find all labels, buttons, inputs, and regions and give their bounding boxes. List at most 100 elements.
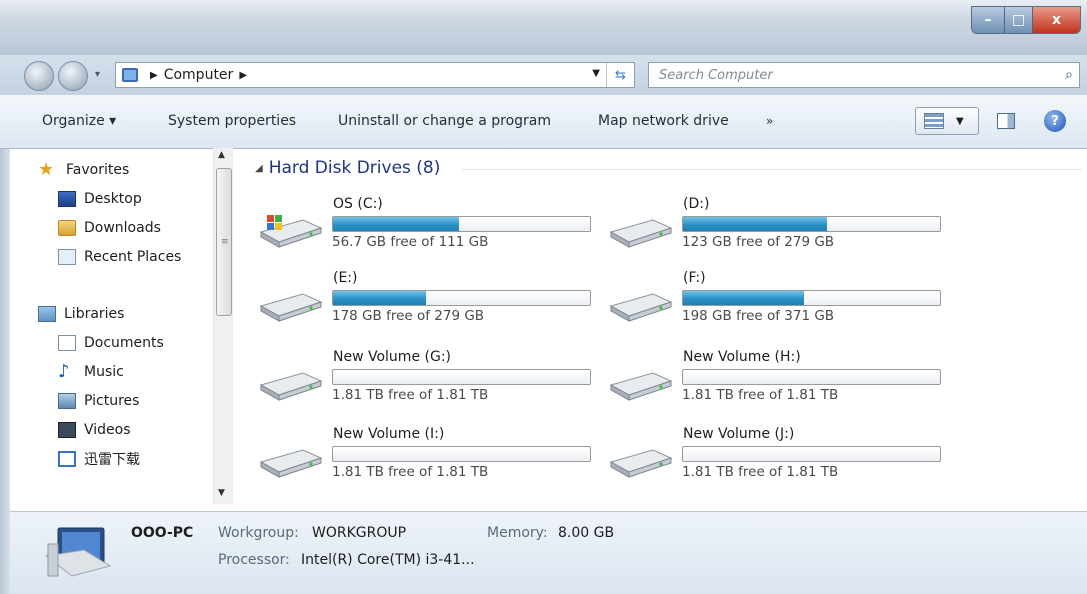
drive-usage-bar xyxy=(332,446,591,462)
magnifier-icon[interactable]: ⌕ xyxy=(1065,67,1073,83)
thunder-download-folder-icon xyxy=(58,451,76,467)
hard-drive-icon xyxy=(259,449,323,478)
sidebar-item-downloads[interactable]: Downloads xyxy=(58,217,161,239)
sidebar-item-label: Documents xyxy=(84,335,164,351)
sidebar-item-label: Favorites xyxy=(66,162,130,178)
drive-tile[interactable]: New Volume (I:) 1.81 TB free of 1.81 TB xyxy=(255,424,591,494)
preview-pane-icon[interactable] xyxy=(997,113,1015,129)
navigation-bar: ▾ ▶ Computer ▶ ▼ ⇆ Search Computer ⌕ xyxy=(0,55,1087,95)
drive-tile[interactable]: (E:) 178 GB free of 279 GB xyxy=(255,268,591,338)
maximize-button[interactable]: □ xyxy=(1004,7,1032,33)
drive-tile[interactable]: (D:) 123 GB free of 279 GB xyxy=(605,194,941,264)
organize-menu-button[interactable]: Organize ▾ xyxy=(42,113,116,129)
drive-name: New Volume (J:) xyxy=(683,426,795,442)
memory-label: Memory: xyxy=(487,525,548,541)
help-icon[interactable]: ? xyxy=(1044,110,1066,132)
sidebar-item-recent-places[interactable]: Recent Places xyxy=(58,246,181,268)
command-bar: Organize ▾ System properties Uninstall o… xyxy=(0,95,1087,149)
sidebar-item-favorites[interactable]: ★ Favorites xyxy=(38,159,129,181)
workgroup-label: Workgroup: xyxy=(218,525,299,541)
drive-free-space: 1.81 TB free of 1.81 TB xyxy=(332,464,489,480)
hard-drive-icon xyxy=(609,219,673,248)
uninstall-program-button[interactable]: Uninstall or change a program xyxy=(338,113,551,129)
drive-usage-bar xyxy=(682,216,941,232)
hard-drive-icon xyxy=(609,449,673,478)
change-view-button[interactable]: ▼ xyxy=(915,107,979,135)
sidebar-item-documents[interactable]: Documents xyxy=(58,332,164,354)
sidebar-item-desktop[interactable]: Desktop xyxy=(58,188,142,210)
memory-value: 8.00 GB xyxy=(558,525,615,541)
details-pane: OOO-PC Workgroup: WORKGROUP Memory: 8.00… xyxy=(10,511,1087,594)
star-icon: ★ xyxy=(38,159,55,180)
drive-name: (D:) xyxy=(683,196,710,212)
drive-free-space: 123 GB free of 279 GB xyxy=(682,234,835,250)
sidebar-item-label: 迅雷下载 xyxy=(84,452,140,468)
breadcrumb-separator-icon[interactable]: ▶ xyxy=(239,70,247,81)
drive-usage-fill xyxy=(683,217,827,231)
scroll-grip-icon: ≡ xyxy=(221,237,229,247)
minimize-button[interactable]: – xyxy=(972,7,1004,33)
sidebar-item-pictures[interactable]: Pictures xyxy=(58,390,139,412)
drive-usage-bar xyxy=(332,369,591,385)
drive-tile[interactable]: New Volume (G:) 1.81 TB free of 1.81 TB xyxy=(255,347,591,417)
back-arrow-icon[interactable] xyxy=(24,61,54,91)
navigation-pane-scrollbar[interactable]: ▲ ≡ ▼ xyxy=(213,148,233,504)
videos-icon xyxy=(58,422,76,438)
sidebar-item-music[interactable]: ♪ Music xyxy=(58,361,124,383)
breadcrumb-computer[interactable]: Computer xyxy=(164,67,234,83)
scrollbar-thumb[interactable]: ≡ xyxy=(216,168,232,316)
hard-drive-icon xyxy=(609,372,673,401)
search-placeholder: Search Computer xyxy=(659,67,773,83)
drive-free-space: 1.81 TB free of 1.81 TB xyxy=(332,387,489,403)
drive-tile[interactable]: New Volume (H:) 1.81 TB free of 1.81 TB xyxy=(605,347,941,417)
map-network-drive-button[interactable]: Map network drive xyxy=(598,113,729,129)
drive-usage-bar xyxy=(682,369,941,385)
drive-usage-bar xyxy=(332,290,591,306)
music-icon: ♪ xyxy=(58,361,70,382)
processor-value: Intel(R) Core(TM) i3-41... xyxy=(301,552,475,568)
address-dropdown-icon[interactable]: ▼ xyxy=(592,68,600,79)
view-details-icon xyxy=(924,113,944,129)
breadcrumb-separator-icon[interactable]: ▶ xyxy=(150,70,158,81)
sidebar-item-libraries[interactable]: Libraries xyxy=(38,303,124,325)
close-button[interactable]: x xyxy=(1032,7,1080,33)
pc-name: OOO-PC xyxy=(131,525,194,541)
navigation-pane: ★ Favorites Desktop Downloads Recent Pla… xyxy=(10,150,235,510)
drive-free-space: 178 GB free of 279 GB xyxy=(332,308,485,324)
search-input[interactable]: Search Computer ⌕ xyxy=(648,62,1080,88)
recent-pages-dropdown-icon[interactable]: ▾ xyxy=(95,69,100,80)
system-properties-button[interactable]: System properties xyxy=(168,113,296,129)
sidebar-item-label: Libraries xyxy=(64,306,125,322)
drive-name: (E:) xyxy=(333,270,358,286)
chevron-down-icon[interactable]: ▼ xyxy=(956,116,964,127)
group-title: Hard Disk Drives (8) xyxy=(268,158,441,178)
workgroup-value: WORKGROUP xyxy=(312,525,407,541)
downloads-folder-icon xyxy=(58,220,76,236)
collapse-triangle-icon[interactable]: ◢ xyxy=(255,163,263,174)
drive-name: (F:) xyxy=(683,270,706,286)
sidebar-item-thunder-downloads[interactable]: 迅雷下载 xyxy=(58,448,140,470)
group-header-hard-disk-drives[interactable]: ◢ Hard Disk Drives (8) xyxy=(255,158,440,178)
scroll-up-icon[interactable]: ▲ xyxy=(218,150,225,160)
sidebar-item-videos[interactable]: Videos xyxy=(58,419,131,441)
drive-tile[interactable]: (F:) 198 GB free of 371 GB xyxy=(605,268,941,338)
forward-arrow-icon[interactable] xyxy=(58,61,88,91)
scroll-down-icon[interactable]: ▼ xyxy=(218,488,225,498)
more-commands-button[interactable]: » xyxy=(766,114,773,128)
hard-drive-icon xyxy=(609,293,673,322)
sidebar-item-label: Music xyxy=(84,364,124,380)
drive-free-space: 1.81 TB free of 1.81 TB xyxy=(682,464,839,480)
drive-tile[interactable]: OS (C:) 56.7 GB free of 111 GB xyxy=(255,194,591,264)
drive-free-space: 56.7 GB free of 111 GB xyxy=(332,234,489,250)
drive-name: OS (C:) xyxy=(333,196,383,212)
caption-buttons: – □ x xyxy=(971,6,1081,34)
hard-drive-icon xyxy=(259,293,323,322)
hard-drive-icon xyxy=(259,372,323,401)
drive-usage-bar xyxy=(332,216,591,232)
refresh-icon[interactable]: ⇆ xyxy=(606,63,634,87)
drive-tile[interactable]: New Volume (J:) 1.81 TB free of 1.81 TB xyxy=(605,424,941,494)
explorer-window: – □ x ▾ ▶ Computer ▶ ▼ ⇆ Search Computer… xyxy=(0,0,1087,594)
title-bar[interactable]: – □ x xyxy=(0,0,1087,55)
address-bar[interactable]: ▶ Computer ▶ ▼ ⇆ xyxy=(115,62,635,88)
drive-usage-fill xyxy=(683,291,804,305)
